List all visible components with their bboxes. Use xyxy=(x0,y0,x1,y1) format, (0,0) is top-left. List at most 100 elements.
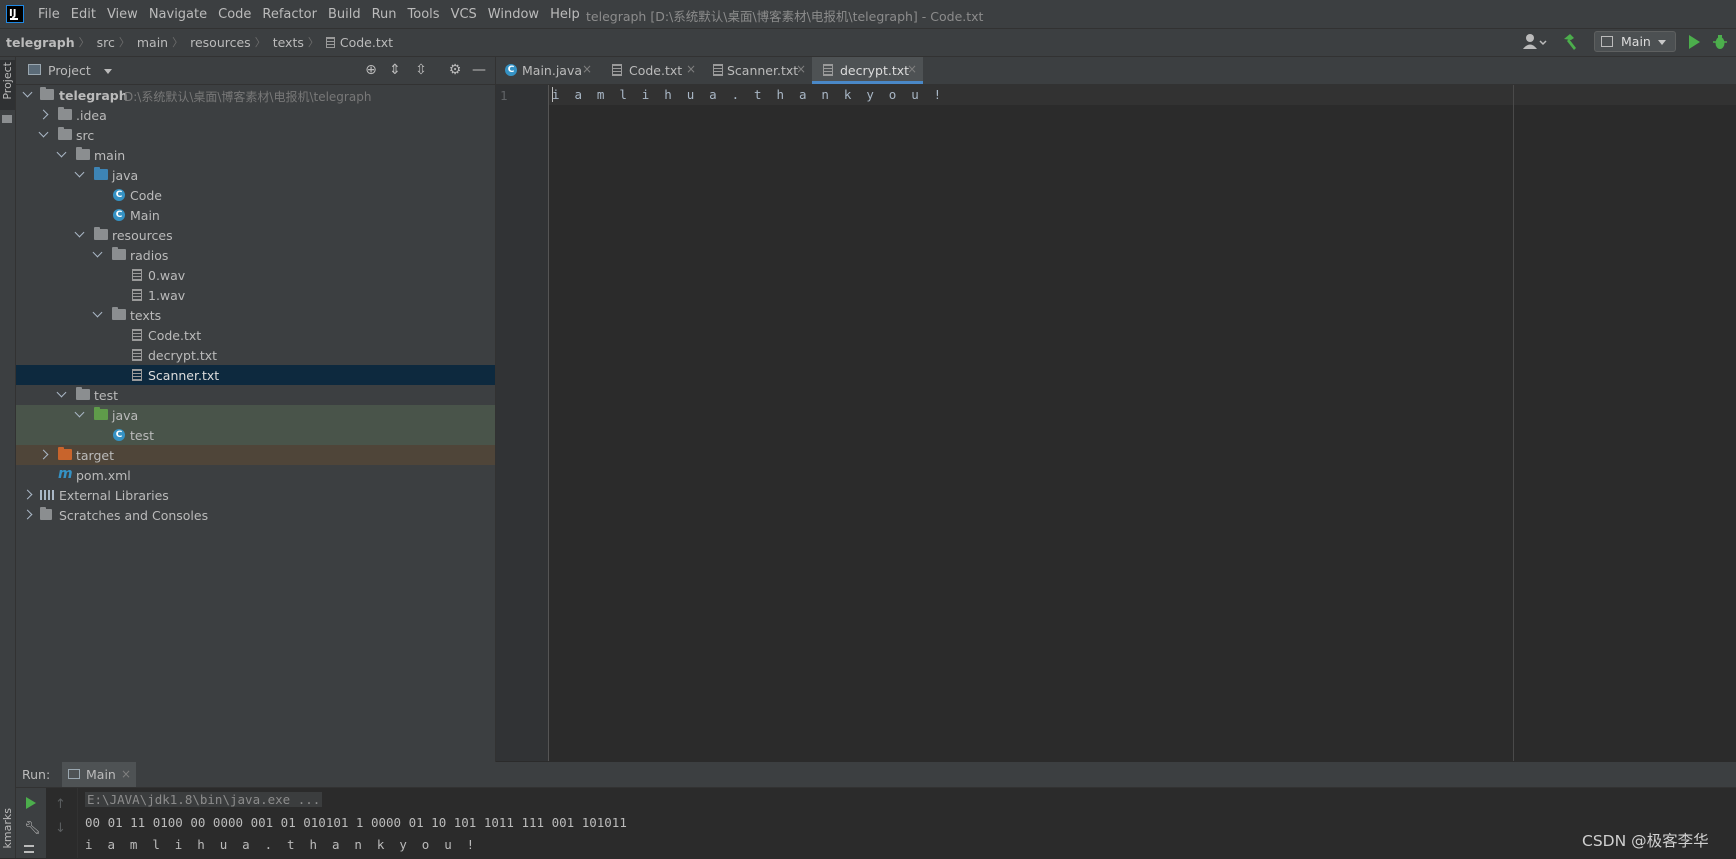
menu-file[interactable]: File xyxy=(38,7,60,22)
library-icon xyxy=(40,490,54,500)
java-class-icon: C xyxy=(505,64,517,76)
tree-item-test[interactable]: test xyxy=(16,385,495,405)
tree-item-test-class[interactable]: C test xyxy=(16,425,495,445)
debug-icon[interactable] xyxy=(1713,34,1727,50)
arrow-down-icon[interactable]: ↓ xyxy=(55,821,66,836)
editor-text-line[interactable]: i a m l i h u a . t h a n k y o u ! xyxy=(552,87,945,102)
rerun-icon[interactable] xyxy=(26,797,36,809)
breadcrumb-item[interactable]: src xyxy=(97,35,115,50)
collapse-all-icon[interactable]: ⇳ xyxy=(413,62,429,78)
tree-item-src[interactable]: src xyxy=(16,125,495,145)
hide-panel-icon[interactable]: — xyxy=(471,62,487,78)
tree-item-external-libraries[interactable]: External Libraries xyxy=(16,485,495,505)
tab-code-txt[interactable]: Code.txt × xyxy=(600,57,704,84)
menu-vcs[interactable]: VCS xyxy=(451,7,477,22)
gear-icon[interactable]: ⚙ xyxy=(447,62,463,78)
console-output-line: i a m l i h u a . t h a n k y o u ! xyxy=(85,837,478,852)
close-icon[interactable]: × xyxy=(686,62,696,76)
audio-file-icon xyxy=(132,269,142,281)
bookmarks-tool-button[interactable]: kmarks xyxy=(0,808,15,858)
tree-item-main[interactable]: main xyxy=(16,145,495,165)
menu-refactor[interactable]: Refactor xyxy=(262,7,317,22)
menu-window[interactable]: Window xyxy=(488,7,539,22)
line-number: 1 xyxy=(500,88,508,103)
wrench-icon[interactable]: 🔧︎ xyxy=(24,821,41,836)
run-panel-header xyxy=(16,762,1736,788)
tree-item-decrypt-txt[interactable]: decrypt.txt xyxy=(16,345,495,365)
text-file-icon xyxy=(132,349,142,361)
run-icon[interactable] xyxy=(1689,35,1700,49)
tree-item-root[interactable]: telegraph D:\系统默认\桌面\博客素材\电报机\telegraph xyxy=(16,85,495,105)
audio-file-icon xyxy=(132,289,142,301)
run-tab-main[interactable]: Main × xyxy=(62,762,136,787)
menu-tools[interactable]: Tools xyxy=(408,7,440,22)
menu-edit[interactable]: Edit xyxy=(71,7,96,22)
tree-item-radios[interactable]: radios xyxy=(16,245,495,265)
close-icon[interactable]: × xyxy=(582,62,592,76)
tree-item-wav1[interactable]: 1.wav xyxy=(16,285,495,305)
tree-item-java[interactable]: java xyxy=(16,165,495,185)
tree-item-resources[interactable]: resources xyxy=(16,225,495,245)
menu-code[interactable]: Code xyxy=(218,7,251,22)
tree-item-code-txt[interactable]: Code.txt xyxy=(16,325,495,345)
tab-main-java[interactable]: C Main.java × xyxy=(496,57,600,84)
chevron-down-icon xyxy=(1658,40,1666,45)
breadcrumb-item[interactable]: Code.txt xyxy=(340,35,393,50)
project-icon xyxy=(28,64,41,75)
locate-file-icon[interactable]: ⊕ xyxy=(363,62,379,78)
expand-all-icon[interactable]: ⇕ xyxy=(387,62,403,78)
tab-decrypt-txt[interactable]: decrypt.txt × xyxy=(812,57,923,84)
console-command-line[interactable]: E:\JAVA\jdk1.8\bin\java.exe ... xyxy=(85,792,323,807)
tree-item-target[interactable]: target xyxy=(16,445,495,465)
editor-gutter xyxy=(496,85,549,761)
build-hammer-icon[interactable] xyxy=(1562,33,1578,51)
breadcrumb-item[interactable]: texts xyxy=(273,35,304,50)
breadcrumb-item[interactable]: resources xyxy=(190,35,251,50)
tree-item-main-class[interactable]: C Main xyxy=(16,205,495,225)
text-caret xyxy=(552,87,553,102)
breadcrumb: telegraph 〉 src 〉 main 〉 resources 〉 texts 〉 … xyxy=(6,34,394,50)
chevron-down-icon[interactable] xyxy=(104,69,112,74)
tree-item-pom[interactable]: m pom.xml xyxy=(16,465,495,485)
tree-item-idea[interactable]: .idea xyxy=(16,105,495,125)
main-menu: File Edit View Navigate Code Refactor Bu… xyxy=(38,0,591,28)
breadcrumb-item[interactable]: telegraph xyxy=(6,35,75,50)
text-file-icon xyxy=(612,64,622,76)
menu-navigate[interactable]: Navigate xyxy=(149,7,207,22)
tree-item-texts[interactable]: texts xyxy=(16,305,495,325)
tree-item-scratches[interactable]: Scratches and Consoles xyxy=(16,505,495,525)
menu-build[interactable]: Build xyxy=(328,7,361,22)
tree-item-wav0[interactable]: 0.wav xyxy=(16,265,495,285)
application-icon xyxy=(68,769,80,779)
close-icon[interactable]: × xyxy=(907,62,917,76)
breadcrumb-item[interactable]: main xyxy=(137,35,168,50)
watermark: CSDN @极客李华 xyxy=(1582,832,1709,850)
menu-view[interactable]: View xyxy=(107,7,138,22)
window-title: telegraph [D:\系统默认\桌面\博客素材\电报机\telegraph… xyxy=(586,9,984,24)
java-class-icon: C xyxy=(113,429,125,441)
close-icon[interactable]: × xyxy=(121,767,131,781)
text-file-icon xyxy=(132,329,142,341)
arrow-up-icon[interactable]: ↑ xyxy=(55,797,66,812)
project-tool-button[interactable]: Project xyxy=(0,60,15,110)
menu-run[interactable]: Run xyxy=(372,7,397,22)
java-class-icon: C xyxy=(113,209,125,221)
text-file-icon xyxy=(132,369,142,381)
project-panel-header: Project ⊕ ⇕ ⇳ ⚙ — xyxy=(16,57,495,85)
run-panel-label: Run: xyxy=(22,767,51,782)
navigation-bar: telegraph 〉 src 〉 main 〉 resources 〉 texts 〉 … xyxy=(0,29,1736,57)
account-icon[interactable] xyxy=(1522,32,1548,52)
folder-icon xyxy=(2,115,12,123)
tree-item-test-java[interactable]: java xyxy=(16,405,495,425)
run-configuration-select[interactable]: Main xyxy=(1594,31,1676,52)
right-margin-guide xyxy=(1513,85,1514,761)
menu-help[interactable]: Help xyxy=(550,7,580,22)
scratches-icon xyxy=(40,507,52,520)
java-class-icon: C xyxy=(113,189,125,201)
text-file-icon xyxy=(325,36,335,48)
close-icon[interactable]: × xyxy=(796,62,806,76)
tree-item-scanner-txt[interactable]: Scanner.txt xyxy=(16,365,495,385)
tab-scanner-txt[interactable]: Scanner.txt × xyxy=(704,57,812,84)
stop-icon[interactable] xyxy=(24,845,34,853)
tree-item-code[interactable]: C Code xyxy=(16,185,495,205)
